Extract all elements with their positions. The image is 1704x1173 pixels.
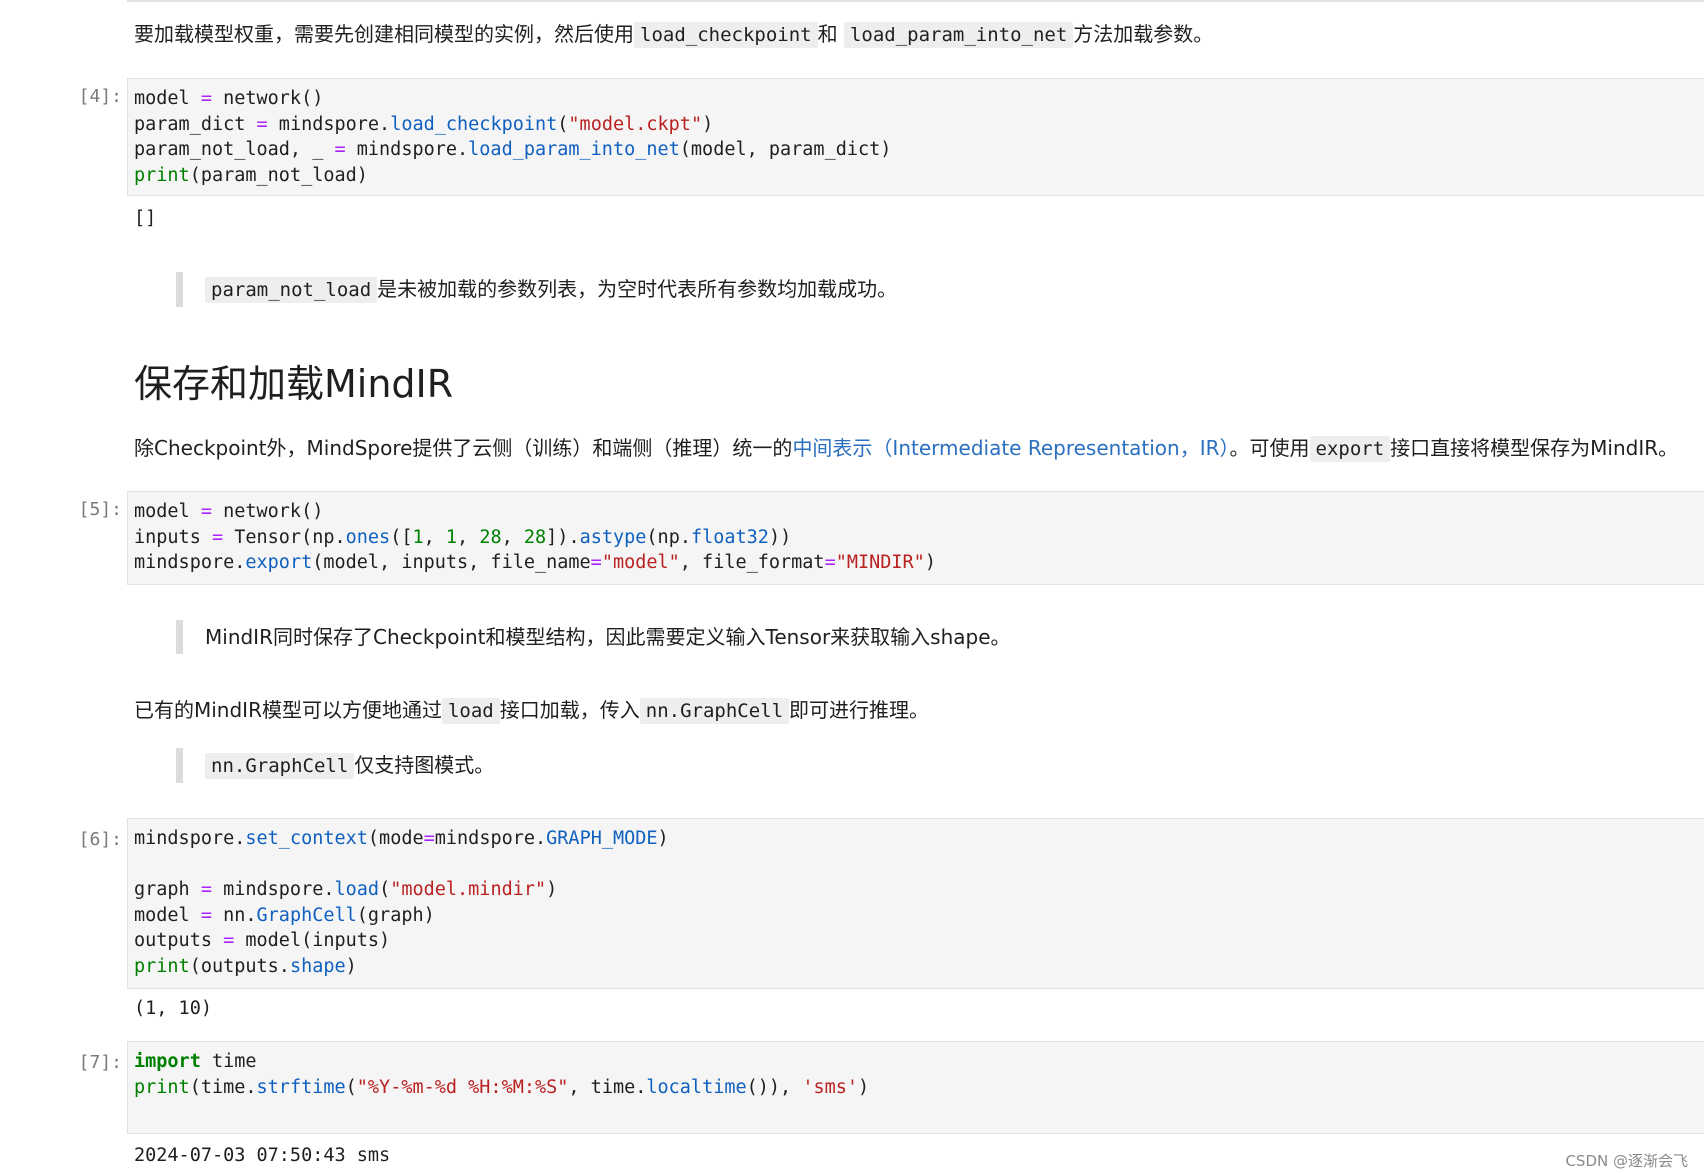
section-heading: 保存和加载MindIR [134,362,454,406]
inline-code: load [441,698,500,724]
code-editor[interactable]: model = network() inputs = Tensor(np.one… [128,492,1704,576]
blockquote-note: param_not_load 是未被加载的参数列表，为空时代表所有参数均加载成功。 [176,272,897,307]
code-editor[interactable]: mindspore.set_context(mode=mindspore.GRA… [128,819,1704,979]
markdown-paragraph: 已有的MindIR模型可以方便地通过 load 接口加载，传入 nn.GraphCel… [134,698,930,724]
watermark: CSDN @逐渐会飞 [1565,1152,1688,1170]
blockquote-note: nn.GraphCell 仅支持图模式。 [176,748,494,783]
top-divider [127,0,1704,2]
inline-code: nn.GraphCell [639,698,790,724]
markdown-paragraph: 除Checkpoint外，MindSpore提供了云侧（训练）和端侧（推理）统一… [134,436,1679,462]
inline-code: param_not_load [205,277,378,303]
code-editor[interactable]: model = network() param_dict = mindspore… [128,79,1704,188]
cell-prompt: [7]: [78,1052,122,1073]
inline-code: load_checkpoint [634,22,818,48]
inline-code: export [1309,436,1391,462]
blockquote-note: MindIR同时保存了Checkpoint和模型结构，因此需要定义输入Tenso… [176,620,1011,654]
ir-link[interactable]: 中间表示（Intermediate Representation，IR） [792,436,1229,460]
inline-code: load_param_into_net [843,22,1074,48]
cell-output: [] [134,208,157,229]
code-cell-5[interactable]: model = network() inputs = Tensor(np.one… [127,491,1704,585]
code-cell-6[interactable]: mindspore.set_context(mode=mindspore.GRA… [127,818,1704,989]
code-cell-4[interactable]: model = network() param_dict = mindspore… [127,78,1704,196]
cell-prompt: [6]: [78,829,122,850]
cell-output: (1, 10) [134,998,212,1019]
cell-output: 2024-07-03 07:50:43 sms [134,1145,391,1166]
inline-code: nn.GraphCell [205,753,355,779]
code-cell-7[interactable]: import time print(time.strftime("%Y-%m-%… [127,1041,1704,1134]
markdown-intro: 要加载模型权重，需要先创建相同模型的实例，然后使用 load_checkpoint… [134,22,1214,48]
cell-prompt: [5]: [78,499,122,520]
cell-prompt: [4]: [78,86,122,107]
code-editor[interactable]: import time print(time.strftime("%Y-%m-%… [128,1042,1704,1100]
